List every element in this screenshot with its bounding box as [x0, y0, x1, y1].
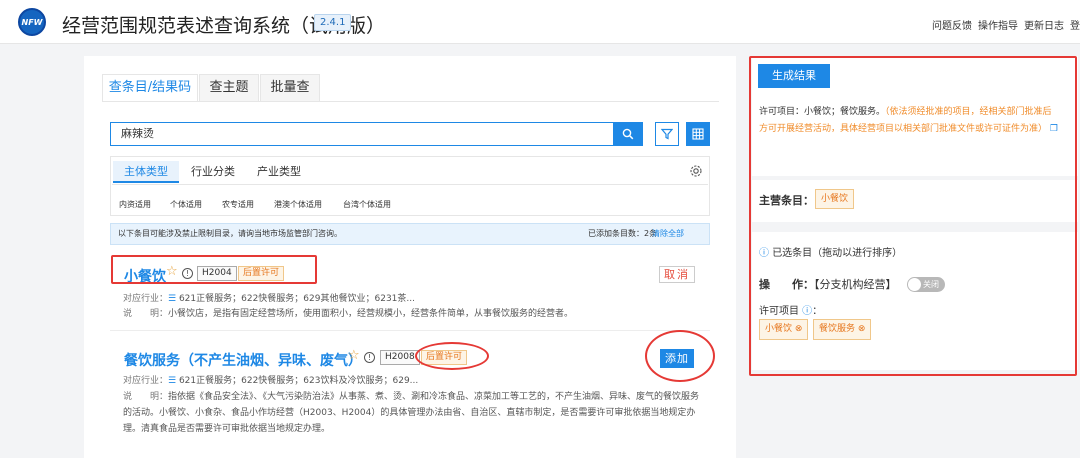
description-label: 说 明：	[123, 309, 169, 319]
code-tag: H2008	[380, 350, 420, 365]
chip-taiwan[interactable]: 台湾个体适用	[343, 199, 391, 210]
search-button[interactable]	[613, 122, 643, 146]
list-icon: ☰	[168, 376, 179, 386]
tab-item-code[interactable]: 查条目/结果码	[102, 74, 198, 102]
result-title[interactable]: 餐饮服务（不产生油烟、异味、废气）	[124, 350, 362, 370]
chip-domestic[interactable]: 内资适用	[119, 199, 151, 210]
logo: NFW	[18, 8, 46, 36]
industry-text: 621正餐服务；622快餐服务；629其他餐饮业；6231茶...	[178, 294, 415, 304]
industry-label: 对应行业：	[123, 376, 169, 386]
description-label: 说 明：	[123, 392, 169, 402]
description-text: 小餐饮店，是指有固定经营场所，使用面积小，经营规模小，经营条件简单，从事餐饮服务…	[168, 309, 574, 319]
description-row: 说 明：小餐饮店，是指有固定经营场所，使用面积小，经营规模小，经营条件简单，从事…	[123, 306, 573, 319]
chip-cooperative[interactable]: 农专适用	[222, 199, 254, 210]
search-icon	[622, 128, 634, 140]
annotation-rect	[111, 255, 317, 284]
notice-text: 以下条目可能涉及禁止限制目录，请询当地市场监管部门咨询。	[118, 229, 342, 238]
description-text: 指依据《食品安全法》、《大气污染防治法》从事蒸、煮、烫、涮和冷冻食品、凉菜加工等…	[123, 392, 700, 434]
chip-hk-macau[interactable]: 港澳个体适用	[274, 199, 322, 210]
tab-batch[interactable]: 批量查	[260, 74, 320, 102]
subtab-industry[interactable]: 行业分类	[182, 161, 244, 183]
gear-icon[interactable]	[689, 164, 703, 178]
subtab-entity-type[interactable]: 主体类型	[113, 161, 179, 183]
login-link[interactable]: 登	[1070, 17, 1080, 32]
changelog-link[interactable]: 更新日志	[1024, 17, 1064, 32]
grid-view-button[interactable]	[686, 122, 710, 146]
industry-text: 621正餐服务；622快餐服务；623饮料及冷饮服务；629...	[178, 376, 419, 386]
chip-individual[interactable]: 个体适用	[170, 199, 202, 210]
cancel-button[interactable]: 取消	[659, 266, 695, 283]
star-icon[interactable]: ☆	[348, 348, 360, 363]
annotation-ellipse	[415, 342, 489, 370]
clear-all-link[interactable]: 清除全部	[652, 223, 684, 245]
industry-row: 对应行业：☰ 621正餐服务；622快餐服务；629其他餐饮业；6231茶...	[123, 291, 415, 304]
annotation-ellipse	[645, 330, 715, 382]
subtab-divider	[112, 184, 708, 185]
filter-button[interactable]	[655, 122, 679, 146]
subtab-sector[interactable]: 产业类型	[248, 161, 310, 183]
header-links: 问题反馈 操作指导 更新日志 登	[932, 17, 1080, 32]
feedback-link[interactable]: 问题反馈	[932, 17, 972, 32]
annotation-rect	[749, 56, 1077, 376]
result-divider	[110, 330, 710, 331]
version-badge: 2.4.1	[314, 14, 352, 31]
industry-label: 对应行业：	[123, 294, 169, 304]
tab-topic[interactable]: 查主题	[199, 74, 259, 102]
guide-link[interactable]: 操作指导	[978, 17, 1018, 32]
tabs-divider	[102, 101, 719, 102]
list-icon: ☰	[168, 294, 179, 304]
added-count: 已添加条目数：2条	[588, 229, 658, 238]
grid-icon	[692, 128, 704, 140]
description-row: 说 明：指依据《食品安全法》、《大气污染防治法》从事蒸、煮、烫、涮和冷冻食品、凉…	[123, 389, 707, 437]
industry-row: 对应行业：☰ 621正餐服务；622快餐服务；623饮料及冷饮服务；629...	[123, 373, 418, 386]
search-input[interactable]: 麻辣烫	[110, 122, 614, 146]
filter-icon	[661, 128, 673, 140]
info-icon[interactable]: !	[364, 352, 375, 363]
